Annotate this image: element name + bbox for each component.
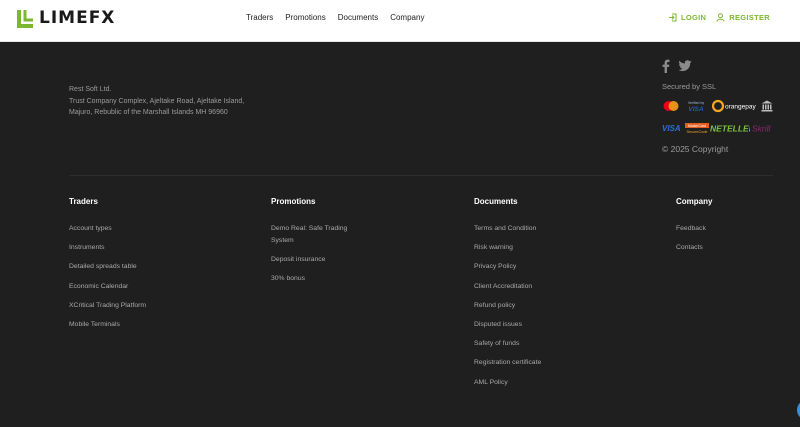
- auth-links: LOGIN REGISTER: [658, 13, 770, 22]
- footer-column-promotions: Promotions Demo Real: Safe Trading Syste…: [271, 197, 361, 293]
- nav-traders[interactable]: Traders: [246, 13, 273, 22]
- svg-text:Verified by: Verified by: [688, 101, 705, 105]
- twitter-icon[interactable]: [678, 59, 692, 77]
- svg-text:VISA: VISA: [662, 124, 681, 133]
- footer-link-risk-warning[interactable]: Risk warning: [474, 242, 614, 254]
- footer-link-safety-of-funds[interactable]: Safety of funds: [474, 338, 614, 350]
- footer-link-contacts[interactable]: Contacts: [676, 242, 776, 254]
- login-link[interactable]: LOGIN: [668, 13, 706, 22]
- site-header: LIMEFX Traders Promotions Documents Comp…: [0, 0, 800, 42]
- company-address: Rest Soft Ltd. Trust Company Complex, Aj…: [69, 84, 244, 119]
- bank-icon: [761, 100, 773, 112]
- footer-link-xcritical-platform[interactable]: XCritical Trading Platform: [69, 300, 209, 312]
- column-title: Promotions: [271, 197, 316, 206]
- svg-text:MasterCard: MasterCard: [688, 124, 706, 128]
- company-name: Rest Soft Ltd.: [69, 86, 112, 93]
- svg-text:orangepay: orangepay: [725, 104, 756, 111]
- register-label: REGISTER: [729, 13, 770, 22]
- nav-company[interactable]: Company: [390, 13, 424, 22]
- svg-text:NETELLER: NETELLER: [710, 124, 750, 134]
- visa-icon: VISA: [662, 122, 684, 134]
- footer-link-economic-calendar[interactable]: Economic Calendar: [69, 281, 209, 293]
- column-title: Traders: [69, 197, 98, 206]
- footer-link-mobile-terminals[interactable]: Mobile Terminals: [69, 319, 209, 331]
- user-icon: [716, 13, 725, 22]
- footer-right: Secured by SSL Verified by VISA orangepay…: [662, 59, 782, 154]
- footer-divider: [69, 175, 773, 176]
- address-line: Majuro, Rebublic of the Marshall Islands…: [69, 109, 228, 116]
- login-label: LOGIN: [681, 13, 707, 22]
- footer-link-refund-policy[interactable]: Refund policy: [474, 300, 614, 312]
- footer-link-demo-real[interactable]: Demo Real: Safe Trading System: [271, 223, 361, 247]
- logo-text: LIMEFX: [39, 8, 116, 28]
- footer-column-company: Company Feedback Contacts: [676, 197, 776, 261]
- address-line: Trust Company Complex, Ajeltake Road, Aj…: [69, 97, 245, 105]
- skrill-icon: Skrill: [752, 122, 774, 134]
- nav-documents[interactable]: Documents: [338, 13, 378, 22]
- footer-link-registration-certificate[interactable]: Registration certificate: [474, 357, 614, 369]
- nav-promotions[interactable]: Promotions: [285, 13, 325, 22]
- svg-text:Skrill: Skrill: [752, 124, 772, 134]
- footer-link-bonus[interactable]: 30% bonus: [271, 273, 361, 285]
- payment-logos-row2: VISA MasterCard SecureCode NETELLER Skril…: [662, 121, 782, 135]
- orangepay-icon: orangepay: [712, 99, 756, 113]
- payment-logos-row1: Verified by VISA orangepay: [662, 99, 782, 113]
- svg-text:VISA: VISA: [688, 106, 703, 113]
- footer-link-spreads-table[interactable]: Detailed spreads table: [69, 261, 209, 273]
- login-icon: [669, 13, 677, 22]
- main-nav: Traders Promotions Documents Company: [246, 13, 436, 22]
- svg-text:SecureCode: SecureCode: [686, 130, 707, 134]
- footer-column-documents: Documents Terms and Condition Risk warni…: [474, 197, 614, 396]
- facebook-icon[interactable]: [662, 59, 670, 78]
- neteller-icon: NETELLER: [710, 122, 750, 134]
- ssl-label: Secured by SSL: [662, 82, 717, 91]
- footer-link-instruments[interactable]: Instruments: [69, 242, 209, 254]
- mastercard-securecode-icon: MasterCard SecureCode: [685, 122, 709, 134]
- footer-link-disputed-issues[interactable]: Disputed issues: [474, 319, 614, 331]
- copyright: © 2025 Copyright: [662, 144, 729, 154]
- footer-link-privacy-policy[interactable]: Privacy Policy: [474, 261, 614, 273]
- footer-link-aml-policy[interactable]: AML Policy: [474, 377, 614, 389]
- register-link[interactable]: REGISTER: [716, 13, 770, 22]
- footer-link-deposit-insurance[interactable]: Deposit insurance: [271, 254, 361, 266]
- footer-column-traders: Traders Account types Instruments Detail…: [69, 197, 209, 338]
- social-links: [662, 59, 782, 78]
- verified-by-visa-icon: Verified by VISA: [685, 99, 707, 113]
- logo[interactable]: LIMEFX: [16, 7, 115, 29]
- lime-logo-icon: [16, 7, 36, 29]
- footer-link-account-types[interactable]: Account types: [69, 223, 209, 235]
- footer-link-client-accreditation[interactable]: Client Accreditation: [474, 281, 614, 293]
- mastercard-icon: [662, 100, 680, 112]
- column-title: Documents: [474, 197, 518, 206]
- footer-link-feedback[interactable]: Feedback: [676, 223, 776, 235]
- footer-link-terms[interactable]: Terms and Condition: [474, 223, 614, 235]
- column-title: Company: [676, 197, 713, 206]
